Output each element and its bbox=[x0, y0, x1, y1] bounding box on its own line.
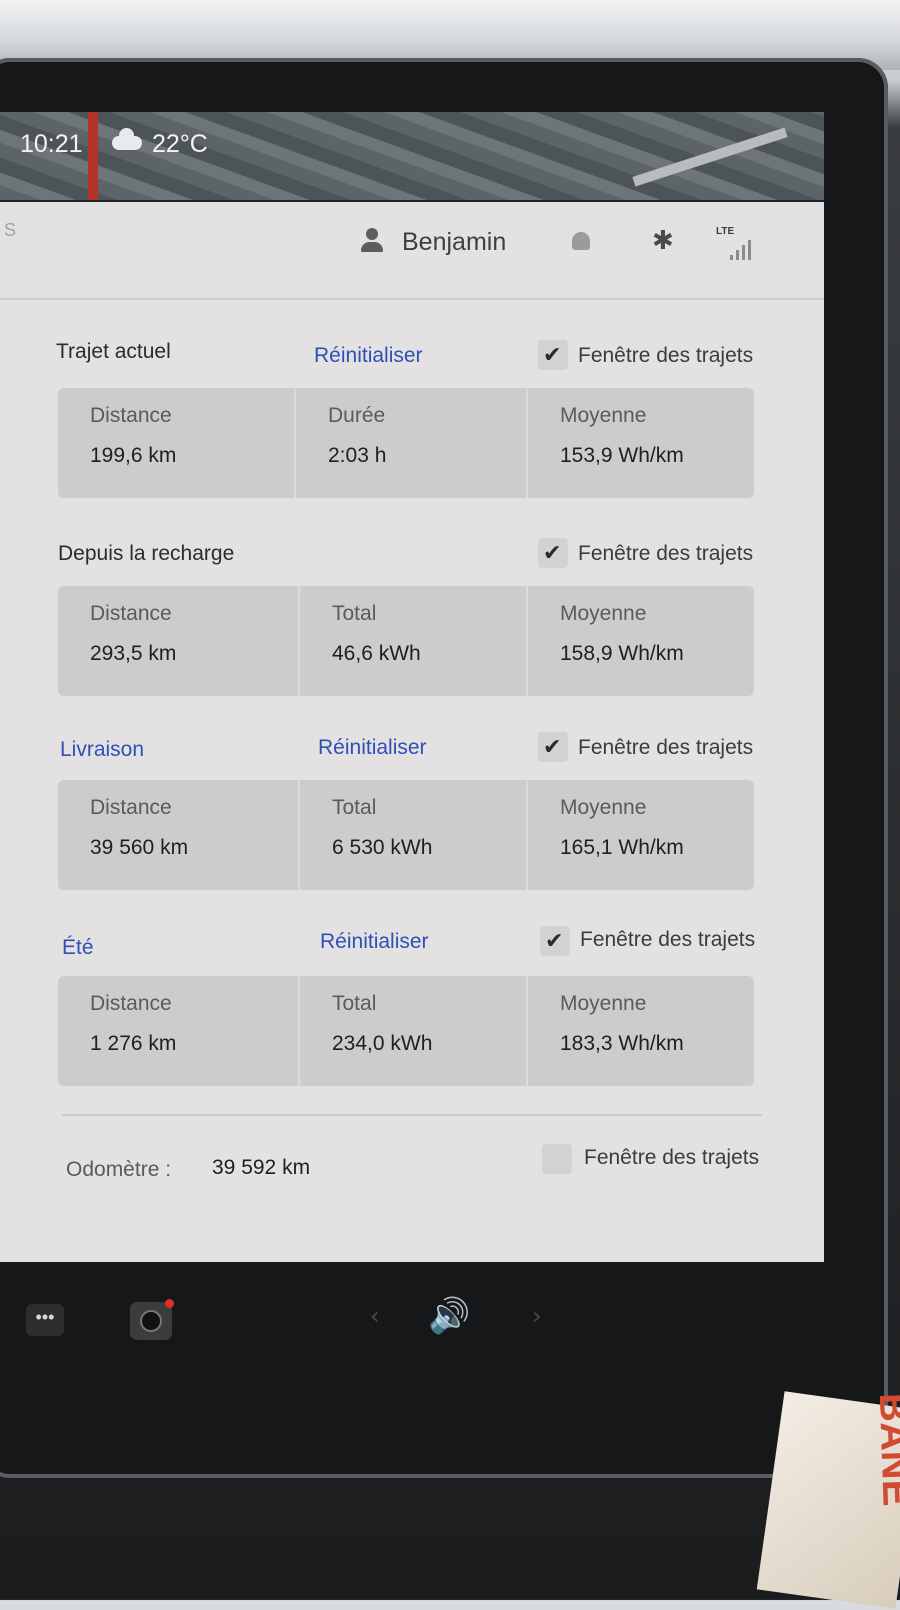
stat-value: 234,0 kWh bbox=[332, 1032, 433, 1055]
bell-icon[interactable] bbox=[572, 232, 590, 250]
stat-value: 158,9 Wh/km bbox=[560, 642, 684, 665]
stat-cell: Distance 1 276 km bbox=[58, 976, 298, 1086]
stat-value: 199,6 km bbox=[90, 444, 177, 467]
volume-down-arrow[interactable]: ‹ bbox=[370, 1302, 380, 1330]
trip-window-checkbox[interactable]: ✔ bbox=[538, 538, 568, 568]
clock: 10:21 bbox=[20, 130, 83, 158]
stat-cell: Total 234,0 kWh bbox=[298, 976, 528, 1086]
stat-label: Total bbox=[332, 602, 377, 625]
stat-cell: Moyenne 165,1 Wh/km bbox=[526, 780, 756, 890]
stat-cell: Distance 199,6 km bbox=[58, 388, 294, 498]
top-bar: S Benjamin ✱ LTE bbox=[0, 202, 824, 300]
stat-value: 2:03 h bbox=[328, 444, 387, 467]
cloud-icon bbox=[112, 128, 142, 150]
stats-since-charge: Distance 293,5 km Total 46,6 kWh Moyenne… bbox=[58, 586, 754, 696]
section-title-summer: Été bbox=[62, 936, 94, 959]
stat-value: 6 530 kWh bbox=[332, 836, 433, 859]
stat-cell: Distance 39 560 km bbox=[58, 780, 298, 890]
reset-button-summer[interactable]: Réinitialiser bbox=[320, 930, 429, 954]
odometer-label: Odomètre : bbox=[66, 1158, 172, 1181]
stat-value: 293,5 km bbox=[90, 642, 177, 665]
taskbar: ••• ‹ 🔊 › bbox=[0, 1280, 860, 1360]
volume-up-arrow[interactable]: › bbox=[532, 1302, 542, 1330]
stat-label: Moyenne bbox=[560, 602, 647, 625]
stat-label: Distance bbox=[90, 796, 172, 819]
stat-label: Moyenne bbox=[560, 992, 647, 1015]
trip-window-checkbox[interactable]: ✔ bbox=[538, 340, 568, 370]
stats-current-trip: Distance 199,6 km Durée 2:03 h Moyenne 1… bbox=[58, 388, 754, 498]
odometer-trip-window-checkbox[interactable] bbox=[542, 1144, 572, 1174]
trip-window-label: Fenêtre des trajets bbox=[578, 736, 754, 759]
trip-window-label: Fenêtre des trajets bbox=[578, 542, 754, 565]
odometer-value: 39 592 km bbox=[212, 1156, 311, 1179]
stat-cell: Total 46,6 kWh bbox=[298, 586, 528, 696]
touchscreen: 10:21 22°C S Benjamin ✱ LTE Trajet actue… bbox=[0, 112, 824, 1262]
map-road bbox=[632, 127, 788, 187]
stat-value: 153,9 Wh/km bbox=[560, 444, 684, 467]
temperature: 22°C bbox=[152, 130, 208, 158]
section-title-delivery: Livraison bbox=[60, 738, 145, 761]
stats-summer: Distance 1 276 km Total 234,0 kWh Moyenn… bbox=[58, 976, 754, 1086]
stat-cell: Total 6 530 kWh bbox=[298, 780, 528, 890]
dashcam-button[interactable] bbox=[130, 1299, 174, 1340]
checkmark-icon: ✔ bbox=[545, 929, 564, 954]
bag-lettering: BANE bbox=[870, 1392, 900, 1507]
section-title-current-trip: Trajet actuel bbox=[56, 340, 171, 363]
odometer-trip-window-label: Fenêtre des trajets bbox=[584, 1146, 760, 1169]
recording-indicator bbox=[165, 1299, 174, 1308]
trip-window-label: Fenêtre des trajets bbox=[578, 344, 754, 367]
lte-label: LTE bbox=[716, 226, 735, 237]
stat-value: 39 560 km bbox=[90, 836, 189, 859]
map-road bbox=[88, 112, 98, 200]
stat-label: Moyenne bbox=[560, 796, 647, 819]
stat-label: Moyenne bbox=[560, 404, 647, 427]
checkmark-icon: ✔ bbox=[543, 541, 562, 566]
trips-panel: S Benjamin ✱ LTE Trajet actuel Réinitial… bbox=[0, 202, 824, 1262]
bluetooth-icon[interactable]: ✱ bbox=[652, 226, 674, 256]
stat-cell: Durée 2:03 h bbox=[294, 388, 528, 498]
signal-icon bbox=[730, 238, 760, 260]
stat-value: 1 276 km bbox=[90, 1032, 177, 1055]
stat-label: Distance bbox=[90, 992, 172, 1015]
tab-fragment: S bbox=[4, 220, 17, 240]
stat-label: Durée bbox=[328, 404, 386, 427]
stat-label: Distance bbox=[90, 602, 172, 625]
stat-cell: Moyenne 183,3 Wh/km bbox=[526, 976, 756, 1086]
stat-cell: Moyenne 158,9 Wh/km bbox=[526, 586, 756, 696]
stat-label: Distance bbox=[90, 404, 172, 427]
stat-value: 183,3 Wh/km bbox=[560, 1032, 684, 1055]
checkmark-icon: ✔ bbox=[543, 735, 562, 760]
volume-icon[interactable]: 🔊 bbox=[428, 1296, 470, 1336]
stat-label: Total bbox=[332, 992, 377, 1015]
stat-value: 46,6 kWh bbox=[332, 642, 421, 665]
reset-button-delivery[interactable]: Réinitialiser bbox=[318, 736, 427, 760]
stats-delivery: Distance 39 560 km Total 6 530 kWh Moyen… bbox=[58, 780, 754, 890]
stat-label: Total bbox=[332, 796, 377, 819]
stat-cell: Moyenne 153,9 Wh/km bbox=[526, 388, 756, 498]
camera-icon bbox=[140, 1310, 162, 1332]
user-name[interactable]: Benjamin bbox=[402, 228, 506, 257]
more-button[interactable]: ••• bbox=[26, 1304, 64, 1336]
stat-value: 165,1 Wh/km bbox=[560, 836, 684, 859]
section-title-since-charge: Depuis la recharge bbox=[58, 542, 235, 565]
trip-window-label: Fenêtre des trajets bbox=[580, 928, 756, 951]
trip-window-checkbox[interactable]: ✔ bbox=[538, 732, 568, 762]
divider bbox=[62, 1114, 762, 1116]
trip-window-checkbox[interactable]: ✔ bbox=[540, 926, 570, 956]
stat-cell: Distance 293,5 km bbox=[58, 586, 298, 696]
user-icon[interactable] bbox=[360, 228, 384, 254]
checkmark-icon: ✔ bbox=[543, 343, 562, 368]
reset-button-current-trip[interactable]: Réinitialiser bbox=[314, 344, 423, 368]
map-background: 10:21 22°C bbox=[0, 112, 824, 200]
